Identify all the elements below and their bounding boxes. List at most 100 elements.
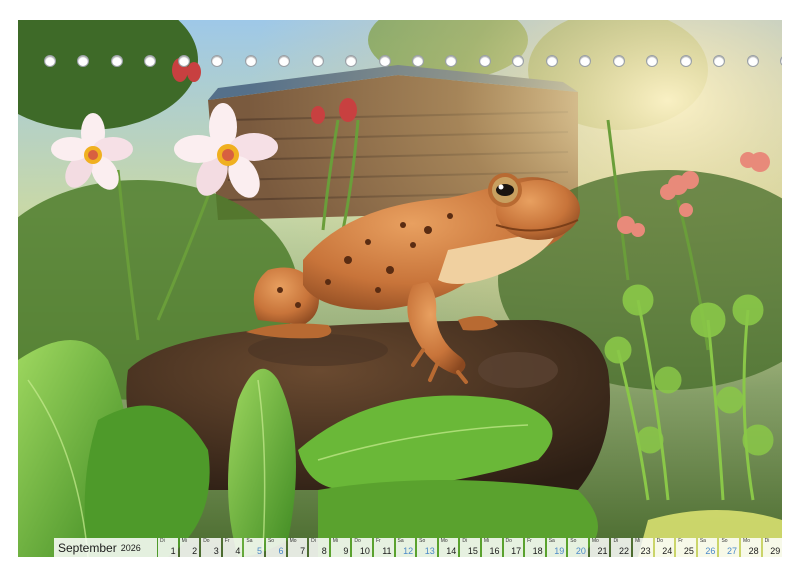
binding-hole [746,55,759,67]
day-cell: Di 1 [158,538,178,557]
binding-hole [311,55,324,67]
day-number: 20 [575,546,586,556]
day-number: 13 [424,546,435,556]
day-number: 4 [235,546,241,556]
month-name: September [58,540,117,555]
day-of-week: Sa [699,538,706,544]
day-of-week: Do [505,538,512,544]
day-cell: So 27 [719,538,740,557]
day-of-week: Di [764,538,770,544]
day-of-week: Fr [678,538,683,544]
day-of-week: So [419,538,426,544]
binding-hole [211,55,224,67]
calendar-strip: September 2026 Di 1 Mi 2 Do 3 Fr 4 Sa 5 So 6 Mo 7 Di 8 M… [54,538,782,557]
day-of-week: Di [311,538,316,544]
day-number: 17 [511,546,522,556]
calendar-page: September 2026 Di 1 Mi 2 Do 3 Fr 4 Sa 5 So 6 Mo 7 Di 8 M… [18,20,782,557]
day-number: 25 [683,546,694,556]
day-cell: Sa 12 [395,538,416,557]
binding-hole [110,55,123,67]
day-number: 10 [359,546,370,556]
day-of-week: Fr [527,538,532,544]
day-of-week: Do [203,538,210,544]
binding-hole [77,55,90,67]
day-cell: Do 10 [352,538,372,557]
day-number: 27 [727,546,738,556]
day-number: 29 [770,546,781,556]
day-number: 8 [321,546,327,556]
day-cell: Mo 28 [741,538,761,557]
binding-hole [545,55,558,67]
day-number: 23 [640,546,651,556]
day-of-week: Mi [332,538,339,544]
day-cell: Fr 4 [222,538,243,557]
day-cell: Di 15 [460,538,480,557]
day-of-week: Mi [181,538,187,544]
day-of-week: Di [613,538,619,544]
binding-holes [44,55,782,69]
day-of-week: Mi [635,538,641,544]
day-cell: Di 8 [309,538,329,557]
day-number: 28 [748,546,759,556]
day-of-week: Mo [289,538,297,544]
day-cell: Mi 2 [179,538,200,557]
day-cell: Sa 19 [546,538,567,557]
day-of-week: Mo [743,538,750,544]
binding-hole [144,55,157,67]
day-number: 15 [467,546,478,556]
day-number: 12 [403,546,414,556]
day-cell: Do 24 [654,538,675,557]
day-cell: So 20 [568,538,588,557]
day-cell: Fr 18 [525,538,545,557]
month-label: September 2026 [54,538,157,557]
day-cell: Fr 25 [676,538,696,557]
day-cell: Di 22 [611,538,632,557]
day-of-week: So [267,538,275,544]
day-cell: Mo 7 [287,538,308,557]
day-cell: Sa 5 [244,538,264,557]
day-of-week: Mo [591,538,599,544]
day-number: 21 [597,546,608,556]
day-cell: Mi 23 [633,538,653,557]
binding-hole [345,55,358,67]
day-number: 24 [662,546,673,556]
day-number: 26 [705,546,716,556]
day-of-week: Fr [224,538,230,544]
frog-photo [18,20,782,557]
binding-hole [478,55,491,67]
binding-hole [713,55,726,67]
binding-hole [512,55,525,67]
day-of-week: Sa [548,538,555,544]
day-of-week: Fr [375,538,381,544]
day-number: 16 [489,546,500,556]
day-number: 1 [170,546,176,556]
binding-hole [612,55,625,67]
day-of-week: Mi [483,538,490,544]
day-cell: Sa 26 [697,538,718,557]
day-number: 5 [256,546,262,556]
day-of-week: So [570,538,577,544]
day-number: 9 [343,546,349,556]
day-number: 7 [300,546,306,556]
day-number: 3 [213,546,219,556]
day-of-week: Sa [246,538,253,544]
year-label: 2026 [120,542,141,553]
day-cell: Fr 11 [373,538,394,557]
day-cell: So 13 [417,538,437,557]
day-number: 14 [446,546,457,556]
day-number: 11 [382,546,392,556]
day-number: 6 [278,546,284,556]
binding-hole [679,55,692,67]
day-cell: Mi 9 [330,538,351,557]
day-of-week: Di [160,538,165,544]
day-number: 18 [532,546,543,556]
day-number: 2 [192,546,198,556]
day-of-week: Do [656,538,664,544]
binding-hole [244,55,257,67]
binding-hole [579,55,592,67]
day-number: 19 [554,546,565,556]
binding-hole [779,55,782,67]
binding-hole [445,55,458,67]
day-cell: Mo 14 [438,538,459,557]
day-cell: Do 17 [503,538,524,557]
